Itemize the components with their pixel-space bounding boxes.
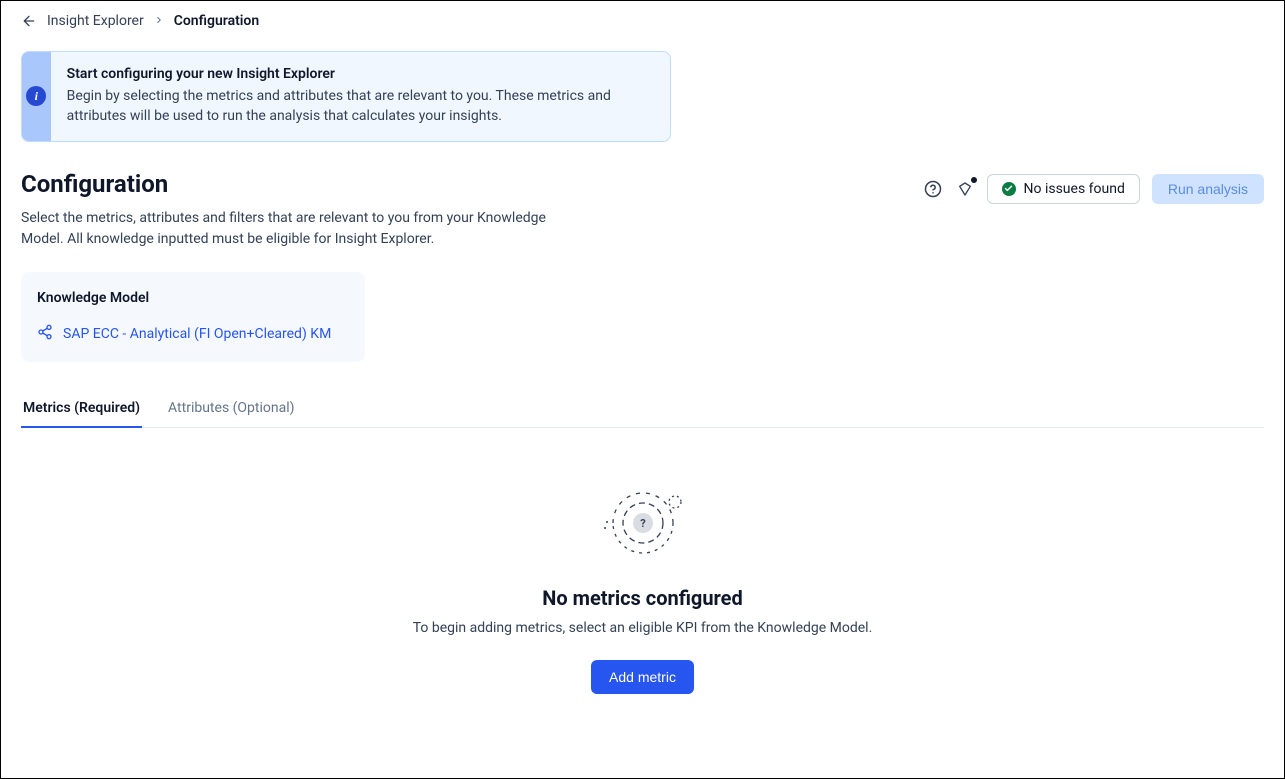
add-metric-button[interactable]: Add metric [591,660,694,694]
empty-state-text: To begin adding metrics, select an eligi… [413,620,873,636]
knowledge-model-link[interactable]: SAP ECC - Analytical (FI Open+Cleared) K… [63,326,331,342]
notification-badge-dot [971,177,977,183]
tab-attributes[interactable]: Attributes (Optional) [166,392,297,428]
svg-text:?: ? [640,517,646,530]
notification-icon[interactable] [955,179,975,199]
help-icon[interactable] [923,179,943,199]
chevron-right-icon [154,14,164,28]
check-circle-icon [1002,182,1016,196]
issues-status-label: No issues found [1024,181,1125,197]
page-subtitle: Select the metrics, attributes and filte… [21,208,581,250]
info-banner-stripe: i [22,52,51,141]
breadcrumb-parent-link[interactable]: Insight Explorer [47,13,144,29]
empty-state-illustration: ? [593,478,693,568]
empty-state-title: No metrics configured [542,586,743,610]
empty-state: ? No metrics configured To begin adding … [21,428,1264,694]
knowledge-model-card: Knowledge Model SAP ECC - Analytical (FI… [21,272,365,362]
tab-metrics[interactable]: Metrics (Required) [21,392,142,428]
header-actions: No issues found Run analysis [923,174,1265,204]
share-nodes-icon [37,324,53,344]
run-analysis-button[interactable]: Run analysis [1152,174,1264,204]
info-banner-text: Begin by selecting the metrics and attri… [67,86,654,127]
knowledge-model-title: Knowledge Model [37,290,349,306]
info-banner: i Start configuring your new Insight Exp… [21,51,671,142]
tabs: Metrics (Required) Attributes (Optional) [21,392,1264,428]
info-icon: i [26,86,46,106]
breadcrumb: Insight Explorer Configuration [1,1,1284,41]
info-banner-title: Start configuring your new Insight Explo… [67,66,654,82]
back-arrow-icon[interactable] [21,13,37,29]
page-title: Configuration [21,170,581,198]
breadcrumb-current: Configuration [174,13,259,29]
issues-status-button[interactable]: No issues found [987,174,1140,204]
